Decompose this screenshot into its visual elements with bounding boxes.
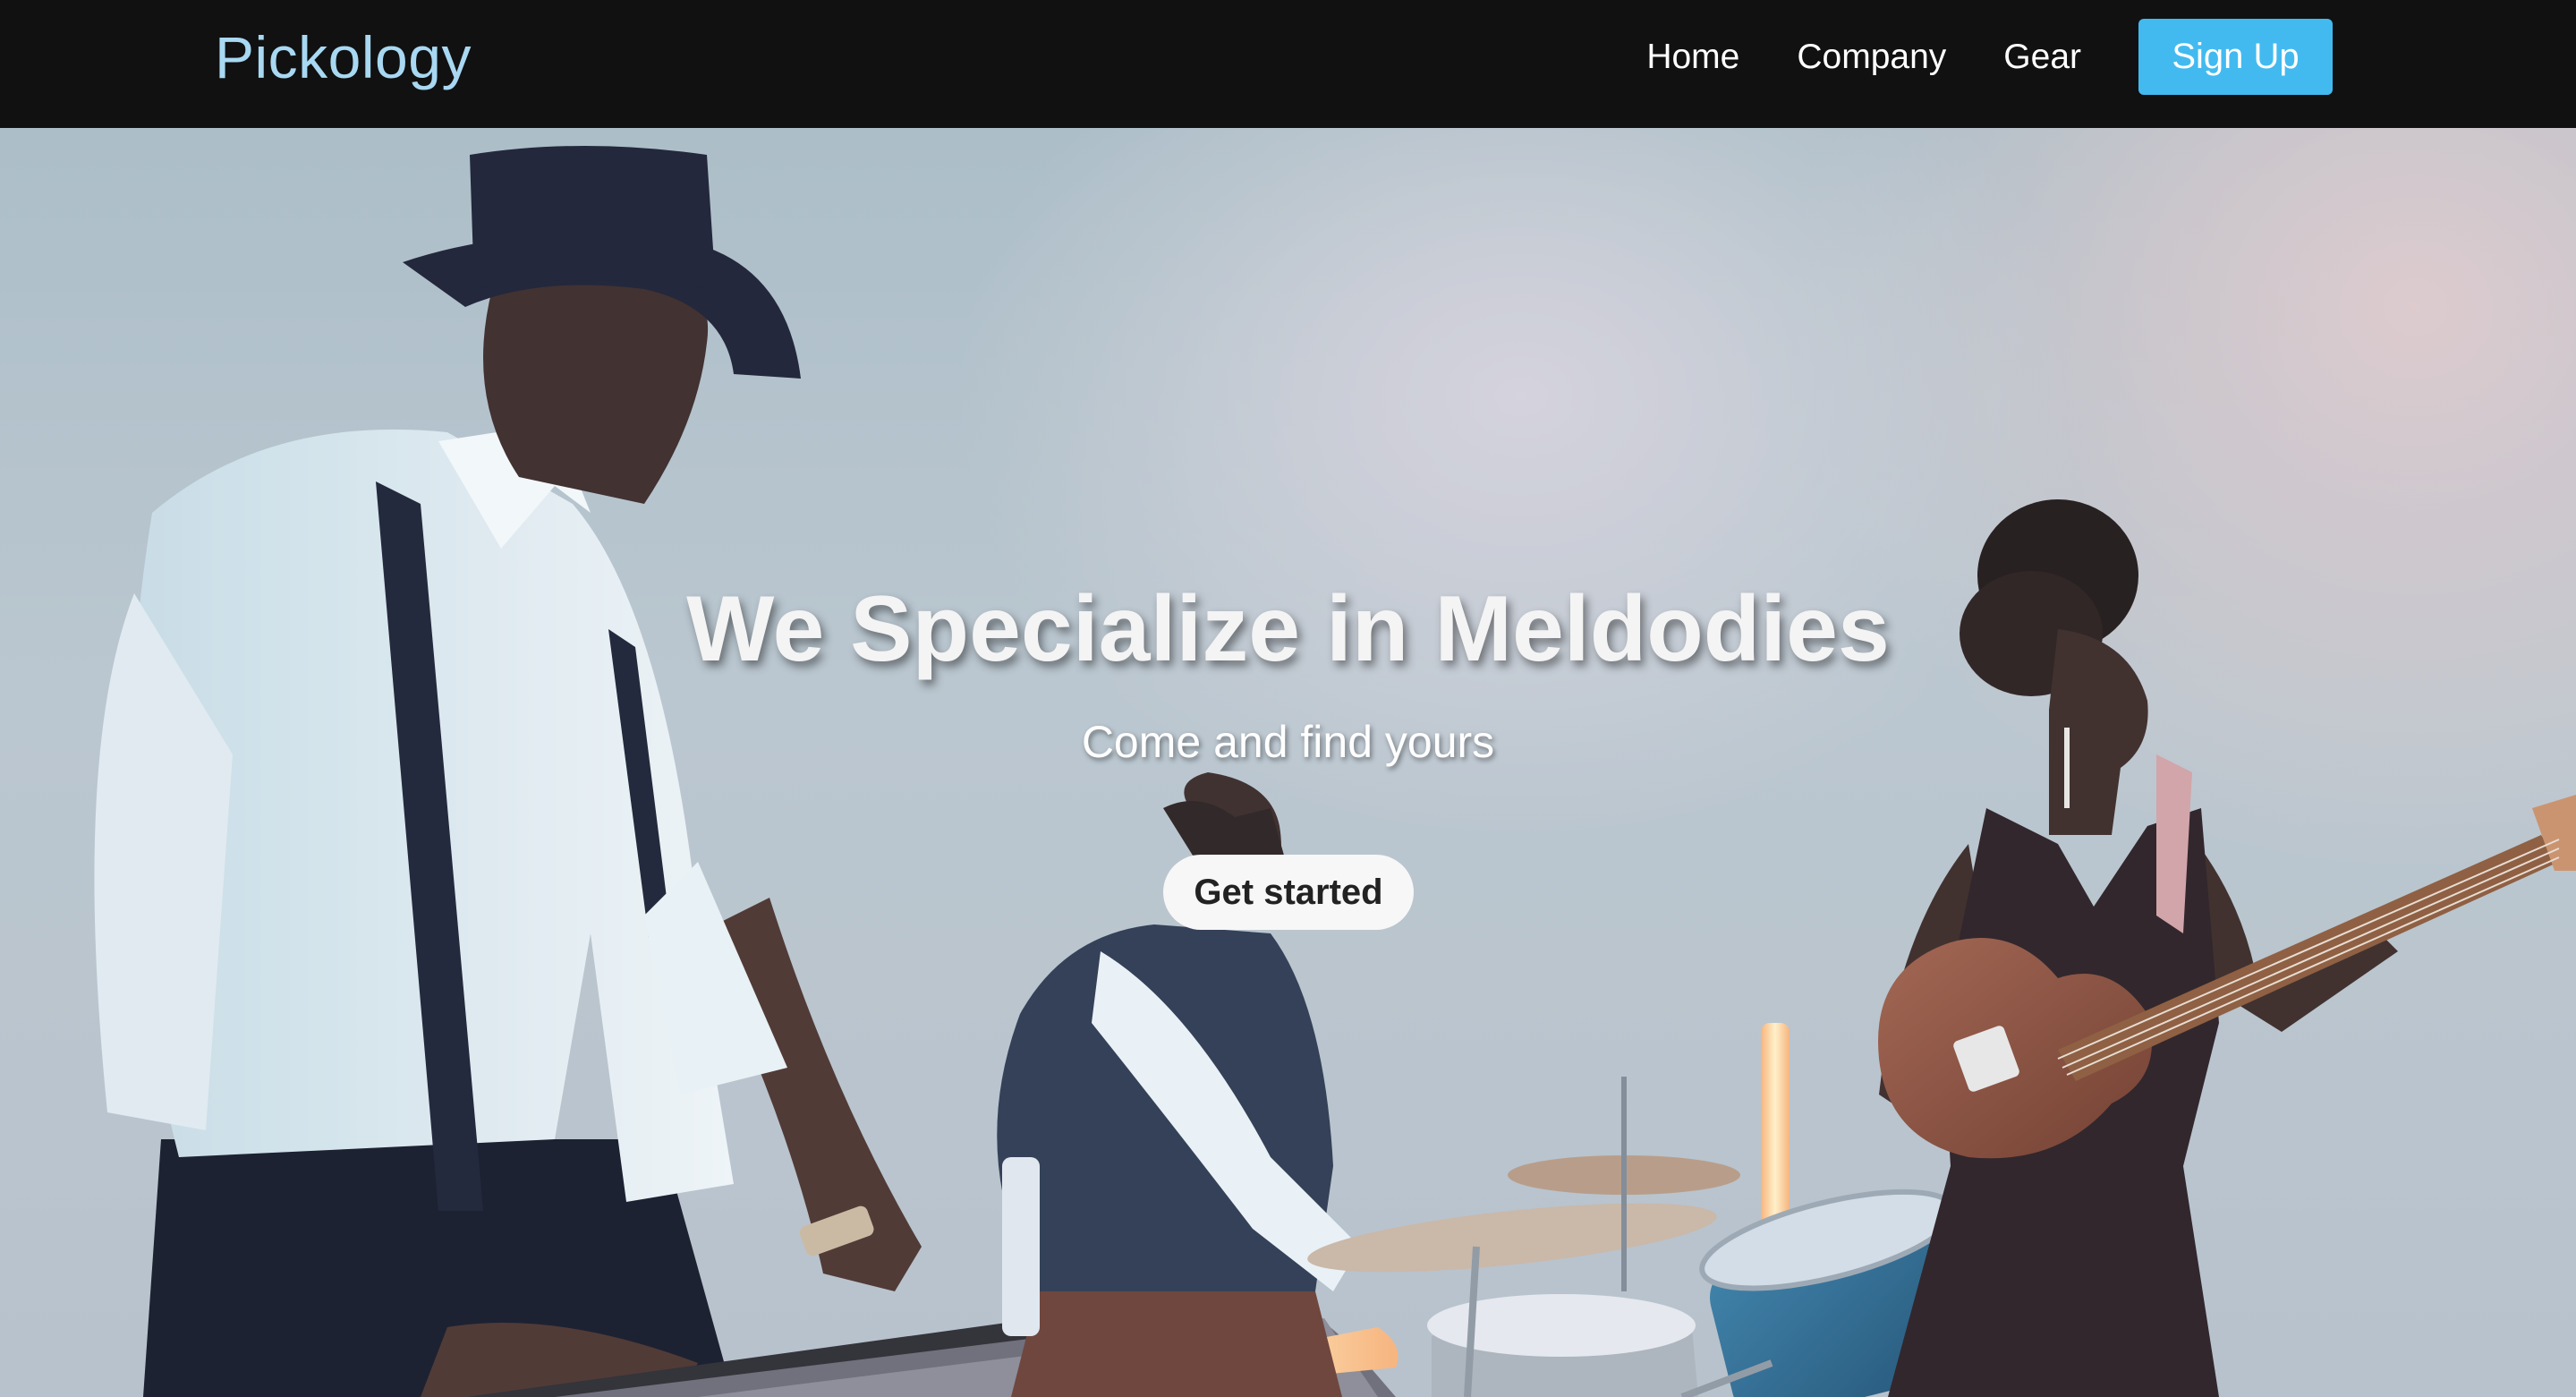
nav-link-company[interactable]: Company <box>1797 19 1946 95</box>
sign-up-button[interactable]: Sign Up <box>2138 19 2333 95</box>
nav-link-home[interactable]: Home <box>1646 19 1739 95</box>
get-started-button[interactable]: Get started <box>1163 855 1414 930</box>
hero-content: We Specialize in Meldodies Come and find… <box>0 128 2576 1397</box>
hero-section: We Specialize in Meldodies Come and find… <box>0 128 2576 1397</box>
hero-title: We Specialize in Meldodies <box>686 577 1890 681</box>
nav-link-gear[interactable]: Gear <box>2003 19 2081 95</box>
page: Pickology Home Company Gear Sign Up We S… <box>0 0 2576 1397</box>
navbar: Pickology Home Company Gear Sign Up <box>0 0 2576 128</box>
nav-links: Home Company Gear Sign Up <box>1646 19 2333 95</box>
hero-subtitle: Come and find yours <box>1081 717 1495 767</box>
brand-logo-link[interactable]: Pickology <box>215 21 472 93</box>
